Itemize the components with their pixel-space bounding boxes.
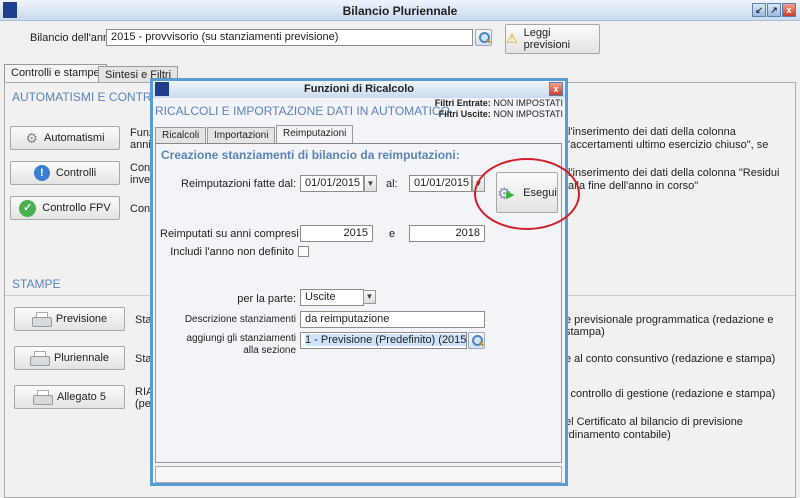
- filters-info: Filtri Entrate: NON IMPOSTATI Filtri Usc…: [434, 98, 563, 119]
- controlli-right-desc: l'inserimento dei dati della colonna "Re…: [568, 167, 780, 192]
- date-from-label: Reimputazioni fatte dal:: [181, 178, 296, 190]
- warning-icon: ⚠: [506, 31, 518, 46]
- automatismi-label: Automatismi: [44, 132, 105, 144]
- status-bar: [155, 466, 562, 483]
- gears-icon: ⚙: [25, 129, 39, 146]
- controlli-button[interactable]: ! Controlli: [10, 161, 120, 185]
- printer-icon: [31, 312, 52, 327]
- tab-ricalcoli[interactable]: Ricalcoli: [155, 127, 207, 144]
- check-icon: ✓: [19, 199, 37, 217]
- section-search-icon[interactable]: [468, 332, 485, 349]
- pluriennale-right-desc: e al conto consuntivo (redazione e stamp…: [565, 353, 776, 365]
- close-button[interactable]: x: [782, 3, 796, 17]
- tab-importazioni[interactable]: Importazioni: [207, 127, 276, 144]
- automatismi-button[interactable]: ⚙ Automatismi: [10, 126, 120, 150]
- year-input[interactable]: 2015 - provvisorio (su stanziamenti prev…: [106, 29, 473, 46]
- section-title: Creazione stanziamenti di bilancio da re…: [161, 148, 460, 162]
- year-to-input[interactable]: 2018: [409, 225, 485, 242]
- certificato-right-desc: el Certificato al bilancio di previsione…: [565, 416, 743, 441]
- tab-reimputazioni[interactable]: Reimputazioni: [276, 125, 354, 144]
- date-to-label: al:: [386, 178, 398, 190]
- section-input[interactable]: 1 - Previsione (Predefinito) (2015): [300, 332, 467, 349]
- dialog-title: Funzioni di Ricalcolo: [304, 83, 414, 95]
- years-and-label: e: [389, 228, 396, 240]
- date-from-input[interactable]: 01/01/2015: [300, 175, 364, 192]
- date-to-input[interactable]: 01/01/2015: [409, 175, 472, 192]
- part-select[interactable]: Uscite: [300, 289, 364, 306]
- ricalcolo-dialog: Funzioni di Ricalcolo x RICALCOLI E IMPO…: [150, 78, 568, 486]
- minimize-button[interactable]: ↙: [752, 3, 766, 17]
- date-from-dropdown[interactable]: ▼: [364, 175, 377, 192]
- section-value: 1 - Previsione (Predefinito) (2015): [305, 334, 466, 346]
- year-from-input[interactable]: 2015: [300, 225, 373, 242]
- read-previsions-button[interactable]: ⚠ Leggi previsioni: [505, 24, 600, 54]
- pluriennale-button[interactable]: Pluriennale: [14, 346, 125, 370]
- automatismi-right-desc: l'inserimento dei dati della colonna'acc…: [568, 126, 769, 151]
- desc-input[interactable]: da reimputazione: [300, 311, 485, 328]
- include-label: Includi l'anno non definito: [170, 246, 294, 258]
- tab-controlli-stampe[interactable]: Controlli e stampe: [4, 64, 107, 83]
- dialog-close-button[interactable]: x: [549, 82, 563, 96]
- controlli-label: Controlli: [55, 167, 97, 179]
- allegato5-label: Allegato 5: [57, 391, 106, 403]
- years-label: Reimputati su anni compresi fra: [160, 228, 315, 240]
- window-title: Bilancio Pluriennale: [342, 4, 458, 18]
- printer-icon: [29, 351, 50, 366]
- annotation-circle: [474, 158, 580, 230]
- controllo-fpv-button[interactable]: ✓ Controllo FPV: [10, 196, 120, 220]
- dialog-heading: RICALCOLI E IMPORTAZIONE DATI IN AUTOMAT…: [155, 104, 450, 118]
- desc-label: Descrizione stanziamenti: [184, 314, 296, 325]
- printer-icon: [33, 390, 54, 405]
- controllo-fpv-label: Controllo FPV: [42, 202, 111, 214]
- read-previsions-label: Leggi previsioni: [523, 27, 571, 51]
- previsione-right-desc: e previsionale programmatica (redazione …: [565, 314, 774, 338]
- year-search-icon[interactable]: [475, 29, 492, 46]
- part-dropdown[interactable]: ▼: [363, 290, 376, 304]
- pluriennale-label: Pluriennale: [53, 352, 110, 364]
- previsione-button[interactable]: Previsione: [14, 307, 125, 331]
- info-icon: !: [33, 165, 50, 181]
- stampe-heading: STAMPE: [12, 277, 61, 291]
- dialog-titlebar: Funzioni di Ricalcolo x: [153, 81, 565, 98]
- include-checkbox[interactable]: [298, 246, 309, 257]
- allegato5-button[interactable]: Allegato 5: [14, 385, 125, 409]
- maximize-button[interactable]: ↗: [767, 3, 781, 17]
- section-label: aggiungi gli stanziamenti alla sezione: [186, 333, 296, 356]
- part-label: per la parte:: [237, 293, 296, 305]
- main-titlebar: Bilancio Pluriennale ↙ ↗ x: [0, 0, 800, 21]
- allegato5-right-desc: l controllo di gestione (redazione e sta…: [565, 388, 776, 400]
- previsione-label: Previsione: [55, 313, 108, 325]
